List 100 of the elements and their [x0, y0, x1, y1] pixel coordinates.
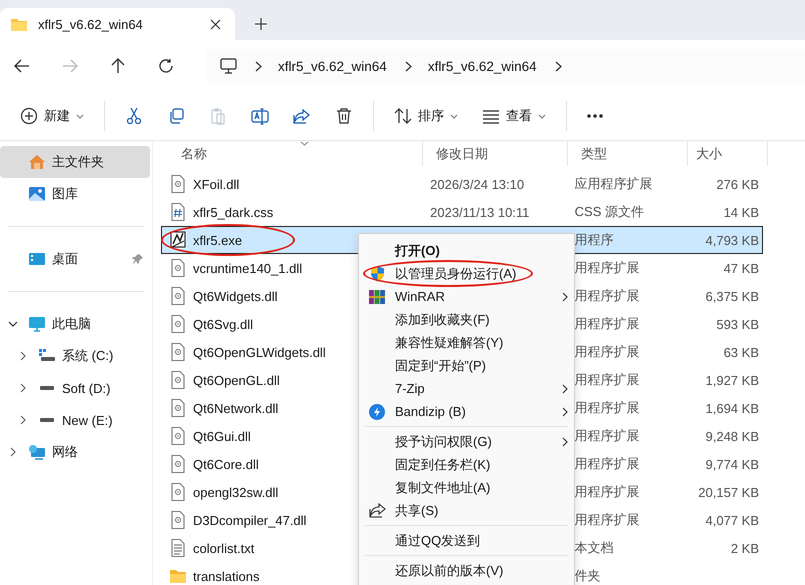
chevron-icon: [562, 384, 568, 394]
file-name[interactable]: Qt6Widgets.dll: [193, 288, 278, 304]
file-name[interactable]: translations: [193, 568, 260, 584]
caret-icon: [538, 114, 546, 118]
file-name[interactable]: opengl32sw.dll: [193, 484, 278, 500]
sidebar-item[interactable]: 图库: [0, 178, 150, 210]
type-cell: 用程序扩展: [574, 427, 640, 445]
close-icon[interactable]: [210, 18, 221, 30]
sidebar-item[interactable]: 网络: [0, 436, 150, 468]
column-header[interactable]: 修改日期: [423, 141, 568, 166]
type-cell: 用程序扩展: [574, 399, 640, 417]
more-icon: [587, 114, 603, 118]
file-icon: [170, 483, 186, 501]
new-tab-icon[interactable]: [255, 18, 267, 30]
file-name[interactable]: Qt6OpenGLWidgets.dll: [193, 344, 326, 360]
chevron-icon[interactable]: [18, 383, 28, 393]
size-cell: 276 KB: [716, 176, 759, 192]
menu-item[interactable]: 还原以前的版本(V): [359, 559, 574, 582]
sidebar-item[interactable]: 主文件夹: [0, 146, 150, 178]
file-icon: [170, 259, 186, 277]
menu-item[interactable]: 添加到收藏夹(F): [359, 308, 574, 331]
menu-item[interactable]: 7-Zip: [359, 377, 574, 400]
date-cell: 2026/3/24 13:10: [430, 176, 524, 192]
menu-item[interactable]: 固定到“开始”(P): [359, 354, 574, 377]
rename-icon: [251, 107, 269, 125]
menu-item[interactable]: 固定到任务栏(K): [359, 453, 574, 476]
column-header[interactable]: 大小: [688, 141, 768, 166]
menu-item[interactable]: 授予访问权限(G): [359, 430, 574, 453]
type-cell: 用程序: [574, 231, 614, 249]
menu-item[interactable]: 兼容性疑难解答(Y): [359, 331, 574, 354]
menu-item[interactable]: WinRAR: [359, 285, 574, 308]
file-icon: [170, 399, 186, 417]
plus-circle-icon: [20, 107, 38, 125]
chevron-icon[interactable]: [255, 60, 262, 72]
chevron-icon[interactable]: [18, 351, 28, 361]
clipboard-icon: [209, 107, 227, 125]
type-cell: 用程序扩展: [574, 371, 640, 389]
file-name[interactable]: Qt6Gui.dll: [193, 428, 251, 444]
sidebar-item[interactable]: 桌面: [0, 243, 150, 275]
shield-icon: [370, 265, 384, 282]
menu-item[interactable]: 以管理员身份运行(A): [359, 262, 574, 285]
chevron-icon[interactable]: [8, 447, 18, 457]
column-header[interactable]: 名称: [161, 141, 423, 166]
file-name[interactable]: D3Dcompiler_47.dll: [193, 512, 306, 528]
type-cell: CSS 源文件: [574, 203, 644, 221]
chevron-icon[interactable]: [554, 60, 562, 72]
file-icon: [170, 539, 186, 557]
chevron-icon[interactable]: [18, 415, 28, 425]
trash-icon: [335, 107, 353, 125]
sidebar-item[interactable]: New (E:): [0, 404, 150, 436]
view-button[interactable]: 查看: [470, 101, 558, 131]
file-name[interactable]: vcruntime140_1.dll: [193, 260, 302, 276]
folder-icon: [170, 567, 186, 585]
date-cell: 2023/11/13 10:11: [430, 204, 530, 220]
monitor-icon: [28, 316, 46, 332]
chevron-icon: [562, 292, 568, 302]
file-name[interactable]: xflr5_dark.css: [193, 204, 274, 220]
file-name[interactable]: XFoil.dll: [193, 176, 240, 192]
app-icon: [170, 231, 186, 249]
chevron-icon[interactable]: [404, 60, 412, 72]
menu-item[interactable]: 复制文件地址(A): [359, 476, 574, 499]
menu-item[interactable]: 共享(S): [359, 499, 574, 522]
type-cell: 用程序扩展: [574, 315, 640, 333]
home-icon: [28, 154, 46, 170]
menu-item[interactable]: 通过QQ发送到: [359, 529, 574, 552]
sidebar-item[interactable]: 系统 (C:): [0, 340, 150, 372]
type-cell: 应用程序扩展: [574, 175, 653, 193]
menu-item[interactable]: Bandizip (B): [359, 400, 574, 423]
lightning-icon: [369, 404, 385, 420]
file-name[interactable]: Qt6Network.dll: [193, 400, 278, 416]
file-icon: [170, 511, 186, 529]
type-cell: 用程序扩展: [574, 287, 640, 305]
folder-tab[interactable]: xflr5_v6.62_win64: [0, 8, 235, 40]
size-cell: 4,793 KB: [706, 232, 759, 248]
breadcrumb[interactable]: xflr5_v6.62_win64: [278, 58, 387, 74]
file-name[interactable]: xflr5.exe: [193, 232, 242, 248]
file-name[interactable]: Qt6Core.dll: [193, 456, 259, 472]
arrow-icon[interactable]: [14, 58, 30, 74]
file-name[interactable]: colorlist.txt: [193, 540, 254, 556]
share-icon: [368, 503, 386, 518]
arrow-icon[interactable]: [110, 58, 126, 74]
type-cell: 用程序扩展: [574, 259, 640, 277]
file-icon: [170, 287, 186, 305]
new-button[interactable]: 新建: [8, 101, 96, 131]
chevron-icon[interactable]: [8, 319, 18, 329]
refresh-icon[interactable]: [158, 58, 174, 74]
breadcrumb[interactable]: xflr5_v6.62_win64: [428, 58, 537, 74]
file-icon: [170, 203, 186, 221]
size-cell: 9,774 KB: [706, 456, 759, 472]
address-bar[interactable]: xflr5_v6.62_win64 xflr5_v6.62_win64: [206, 49, 805, 83]
sort-button[interactable]: 排序: [382, 101, 470, 131]
file-name[interactable]: Qt6OpenGL.dll: [193, 372, 280, 388]
sidebar-item[interactable]: Soft (D:): [0, 372, 150, 404]
file-name[interactable]: Qt6Svg.dll: [193, 316, 253, 332]
file-icon: [170, 455, 186, 473]
column-header[interactable]: 类型: [568, 141, 688, 166]
caret-icon: [76, 114, 84, 118]
menu-item[interactable]: 打开(O): [359, 239, 574, 262]
pin-icon[interactable]: [132, 253, 144, 265]
sidebar-item[interactable]: 此电脑: [0, 308, 150, 340]
